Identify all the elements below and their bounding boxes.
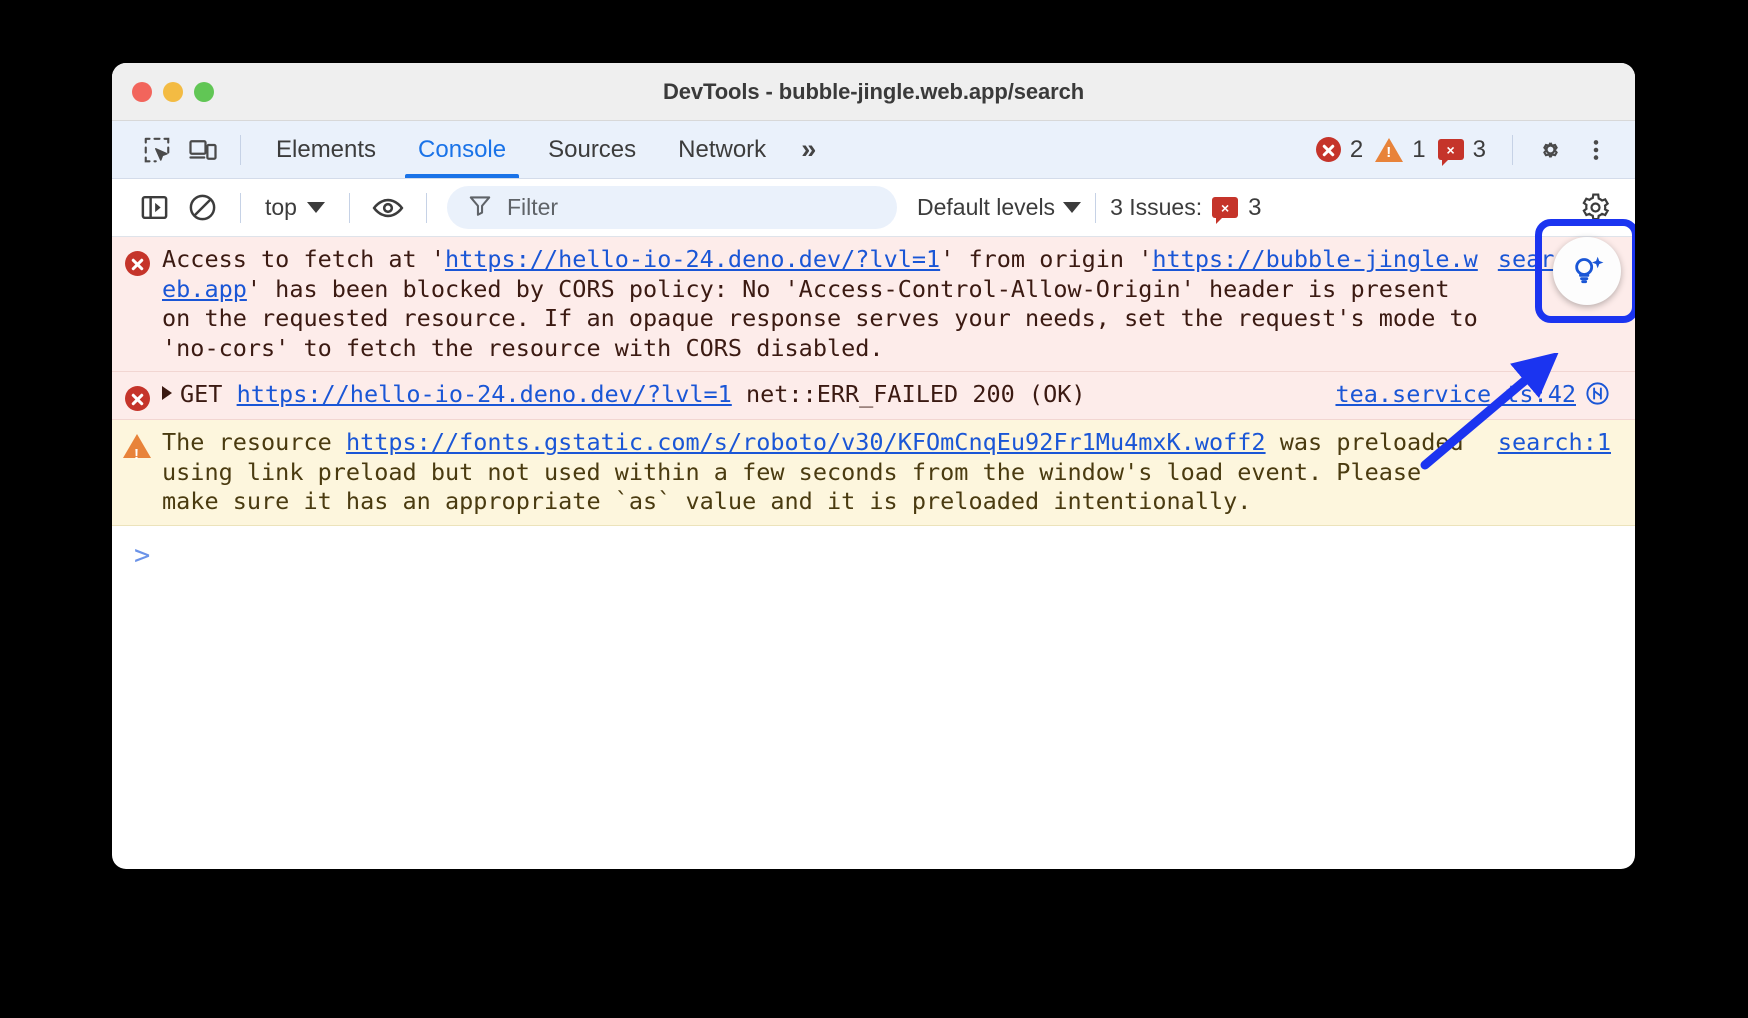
- clear-console-icon[interactable]: [178, 187, 226, 229]
- filter-input[interactable]: [507, 194, 877, 221]
- issue-count-group[interactable]: × 3: [1438, 136, 1486, 164]
- execution-context-selector[interactable]: top: [255, 194, 335, 221]
- warning-count-group[interactable]: 1: [1375, 136, 1425, 164]
- console-message-warning-preload[interactable]: The resource https://fonts.gstatic.com/s…: [112, 420, 1635, 526]
- issue-count: 3: [1473, 136, 1486, 164]
- live-expression-eye-icon[interactable]: [364, 187, 412, 229]
- understand-this-error-ai-button-wrap: [1545, 229, 1629, 313]
- warning-icon-wrap: [112, 428, 162, 517]
- warning-icon: [123, 434, 151, 458]
- warning-icon: [1375, 138, 1403, 162]
- console-message-error-network[interactable]: GET https://hello-io-24.deno.dev/?lvl=1 …: [112, 372, 1635, 420]
- msg-seg-text: ' has been blocked by CORS policy: No 'A…: [162, 275, 1478, 362]
- gear-icon[interactable]: [1571, 187, 1619, 229]
- chevron-down-icon: [307, 202, 325, 213]
- msg-link-request-url[interactable]: https://hello-io-24.deno.dev/?lvl=1: [237, 380, 732, 408]
- execution-context-label: top: [265, 194, 297, 221]
- filter-icon: [467, 192, 493, 223]
- console-message-text: GET https://hello-io-24.deno.dev/?lvl=1 …: [162, 380, 1335, 411]
- chevron-down-icon: [1063, 202, 1081, 213]
- issues-badge-glyph: ×: [1447, 143, 1455, 157]
- issues-badge-icon: ×: [1212, 197, 1238, 218]
- more-tabs-button[interactable]: »: [787, 121, 827, 178]
- issues-badge-icon: ×: [1438, 139, 1464, 160]
- console-sidebar-toggle-icon[interactable]: [130, 187, 178, 229]
- issues-counter[interactable]: 3 Issues: × 3: [1110, 194, 1261, 222]
- understand-this-error-ai-button[interactable]: [1553, 237, 1621, 305]
- error-icon: [125, 251, 150, 276]
- console-prompt[interactable]: >: [112, 526, 1635, 571]
- tab-network[interactable]: Network: [657, 121, 787, 178]
- error-icon: [1316, 137, 1341, 162]
- tab-sources[interactable]: Sources: [527, 121, 657, 178]
- msg-link-fetch-url[interactable]: https://hello-io-24.deno.dev/?lvl=1: [445, 245, 940, 273]
- console-toolbar-divider-1: [240, 193, 241, 223]
- devtools-tabstrip: Elements Console Sources Network » 2 1 ×…: [112, 121, 1635, 179]
- console-toolbar-divider-3: [426, 193, 427, 223]
- tabstrip-status-area: 2 1 × 3: [1316, 130, 1619, 170]
- issues-badge-glyph: ×: [1221, 201, 1229, 215]
- error-icon-wrap: [112, 245, 162, 363]
- inspect-element-icon[interactable]: [134, 130, 180, 170]
- warning-count: 1: [1412, 136, 1425, 164]
- log-levels-label: Default levels: [917, 194, 1055, 221]
- issues-count: 3: [1248, 194, 1261, 222]
- device-toolbar-icon[interactable]: [180, 130, 226, 170]
- issues-label: 3 Issues:: [1110, 194, 1202, 221]
- window-titlebar: DevTools - bubble-jingle.web.app/search: [112, 63, 1635, 121]
- console-message-text: The resource https://fonts.gstatic.com/s…: [162, 428, 1498, 517]
- tab-console[interactable]: Console: [397, 121, 527, 178]
- msg-space: [222, 380, 236, 408]
- toolbar-divider: [240, 135, 241, 165]
- annotation-arrow: [1413, 353, 1563, 473]
- prompt-symbol: >: [134, 540, 150, 571]
- window-title: DevTools - bubble-jingle.web.app/search: [112, 79, 1635, 105]
- console-message-text: Access to fetch at 'https://hello-io-24.…: [162, 245, 1498, 363]
- error-icon-wrap: [112, 380, 162, 411]
- status-divider: [1512, 135, 1513, 165]
- tab-elements[interactable]: Elements: [255, 121, 397, 178]
- error-count-group[interactable]: 2: [1316, 136, 1363, 164]
- msg-seg-text: The resource: [162, 428, 346, 456]
- msg-link-font-url[interactable]: https://fonts.gstatic.com/s/roboto/v30/K…: [346, 428, 1266, 456]
- msg-space: [732, 380, 746, 408]
- console-toolbar: top Default levels 3 Issues: ×: [112, 179, 1635, 237]
- console-toolbar-right: [1571, 187, 1619, 229]
- gear-icon[interactable]: [1527, 130, 1573, 170]
- request-status: net::ERR_FAILED 200 (OK): [746, 380, 1086, 408]
- msg-seg-text: Access to fetch at ': [162, 245, 445, 273]
- error-icon: [125, 386, 150, 411]
- expand-arrow-icon[interactable]: [162, 386, 172, 400]
- console-toolbar-divider-2: [349, 193, 350, 223]
- more-options-icon[interactable]: [1573, 130, 1619, 170]
- console-message-list: Access to fetch at 'https://hello-io-24.…: [112, 237, 1635, 571]
- devtools-window: DevTools - bubble-jingle.web.app/search …: [112, 63, 1635, 869]
- filter-box[interactable]: [447, 186, 897, 229]
- replay-request-icon[interactable]: [1584, 380, 1611, 407]
- msg-seg-text: ' from origin ': [940, 245, 1152, 273]
- error-count: 2: [1350, 136, 1363, 164]
- console-toolbar-divider-4: [1095, 193, 1096, 223]
- request-method: GET: [180, 380, 222, 408]
- console-message-error-cors[interactable]: Access to fetch at 'https://hello-io-24.…: [112, 237, 1635, 372]
- log-levels-selector[interactable]: Default levels: [917, 194, 1081, 221]
- panel-tabs: Elements Console Sources Network »: [255, 121, 827, 178]
